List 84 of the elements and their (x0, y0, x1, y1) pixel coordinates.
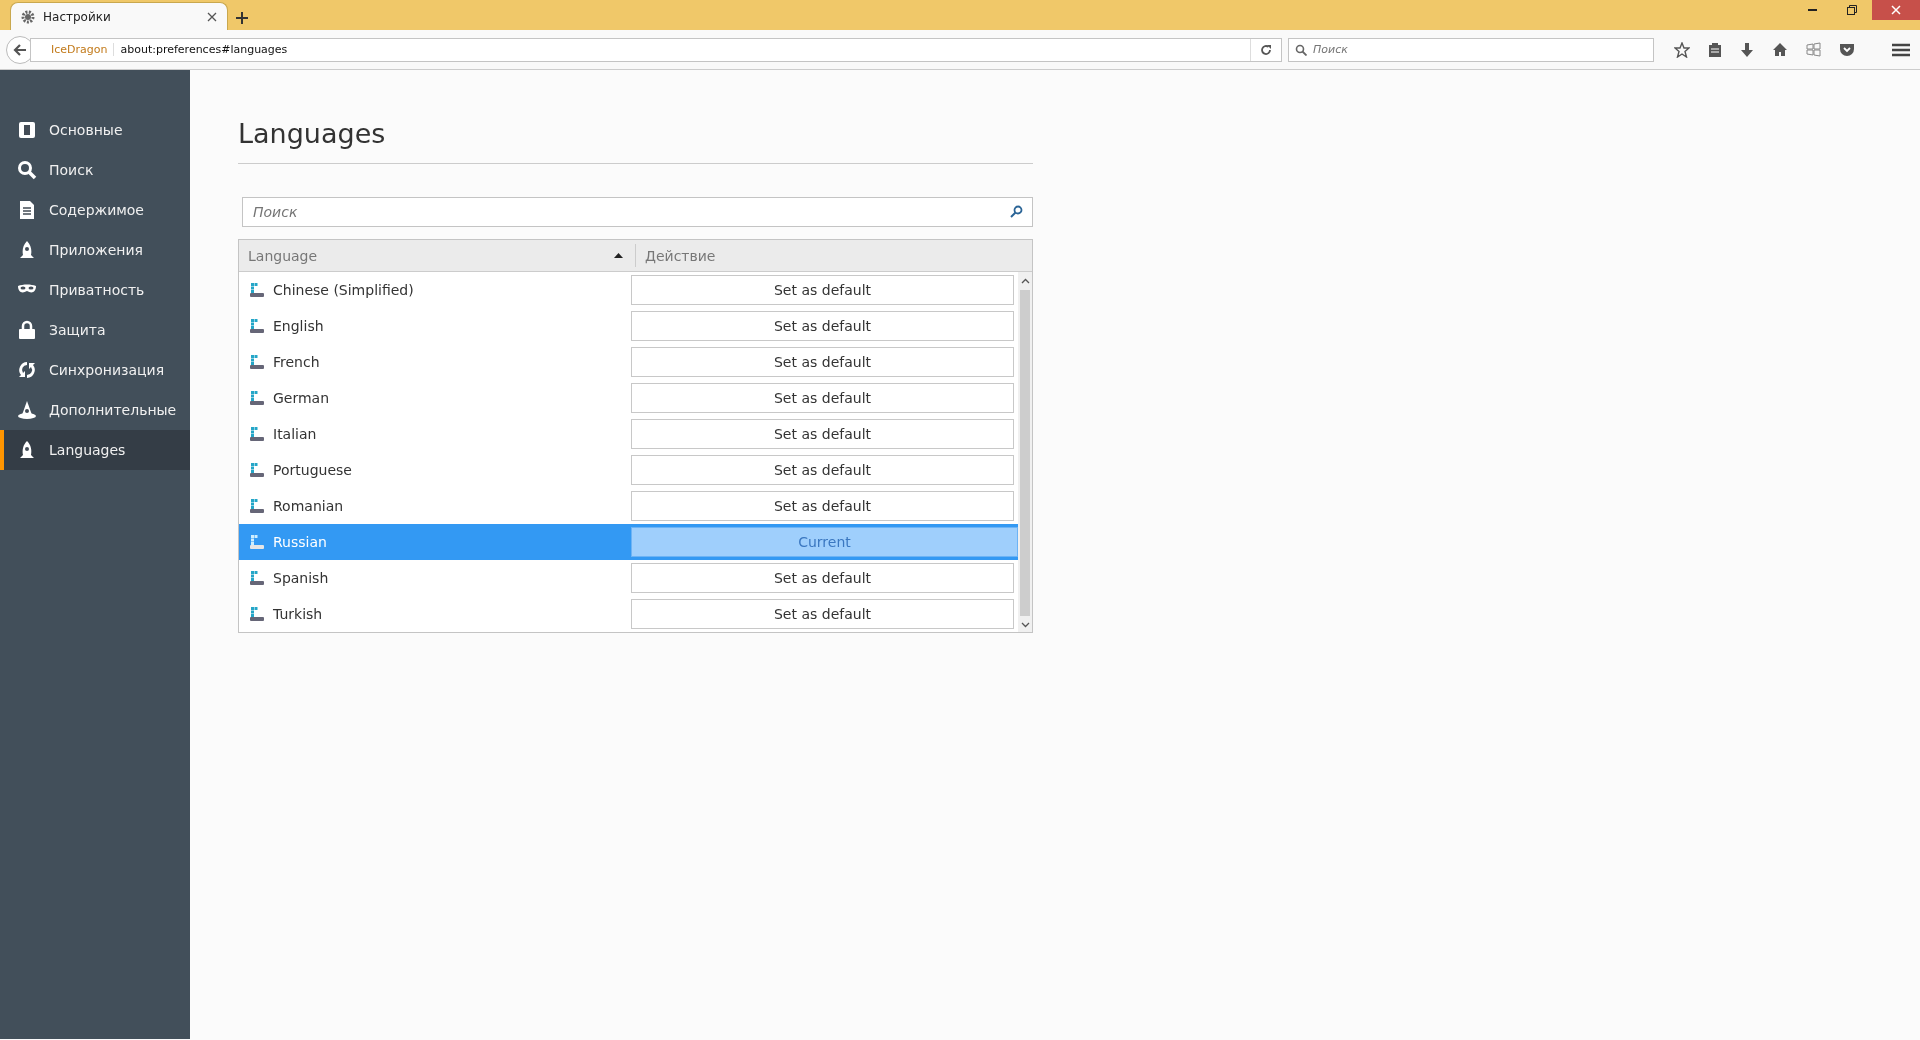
url-text: about:preferences#languages (120, 43, 289, 56)
sidebar-item[interactable]: Приватность (0, 270, 190, 310)
browser-brand: IceDragon (51, 43, 115, 56)
language-pack-icon (249, 426, 265, 442)
sidebar-item[interactable]: Дополнительные (0, 390, 190, 430)
sort-arrow-icon[interactable] (614, 253, 623, 258)
menu-icon[interactable] (1892, 42, 1910, 57)
new-tab-icon[interactable] (236, 12, 248, 24)
document-icon (17, 200, 37, 220)
language-name: Spanish (273, 570, 329, 586)
search-icon (1010, 205, 1023, 218)
sidebar-item[interactable]: Основные (0, 110, 190, 150)
table-row[interactable]: Turkish Set as default (239, 596, 1018, 632)
table-row[interactable]: Italian Set as default (239, 416, 1018, 452)
language-name: Romanian (273, 498, 344, 514)
table-row[interactable]: Portuguese Set as default (239, 452, 1018, 488)
language-name: German (273, 390, 330, 406)
action-button[interactable]: Set as default (631, 491, 1014, 521)
table-row[interactable]: English Set as default (239, 308, 1018, 344)
language-pack-icon (249, 318, 265, 334)
language-name: Portuguese (273, 462, 352, 478)
close-icon[interactable] (207, 11, 217, 22)
action-button[interactable]: Set as default (631, 599, 1014, 629)
language-name: Turkish (273, 606, 323, 622)
pocket-icon[interactable] (1839, 42, 1855, 57)
language-pack-icon (249, 282, 265, 298)
language-pack-icon (249, 498, 265, 514)
gear-icon (21, 9, 35, 24)
language-pack-icon (249, 606, 265, 622)
language-name: French (273, 354, 320, 370)
download-icon[interactable] (1740, 41, 1754, 58)
window-panes-icon[interactable] (1806, 42, 1821, 57)
language-pack-icon (249, 462, 265, 478)
sidebar-item[interactable]: Поиск (0, 150, 190, 190)
scroll-up-icon[interactable] (1020, 278, 1030, 284)
table-row[interactable]: Romanian Set as default (239, 488, 1018, 524)
panel-icon (17, 120, 37, 140)
sidebar-item[interactable]: Содержимое (0, 190, 190, 230)
star-icon[interactable] (1674, 41, 1690, 58)
search-field[interactable]: Поиск (242, 197, 1033, 227)
tab-title: Настройки (43, 9, 112, 24)
table-row[interactable]: Chinese (Simplified) Set as default (239, 272, 1018, 308)
language-name: Chinese (Simplified) (273, 282, 414, 298)
language-pack-icon (249, 354, 265, 370)
close-icon (1891, 5, 1901, 15)
wizard-hat-icon (17, 400, 37, 420)
action-button[interactable]: Set as default (631, 455, 1014, 485)
action-button[interactable]: Set as default (631, 563, 1014, 593)
clipboard-icon[interactable] (1708, 41, 1722, 58)
padlock-icon (17, 320, 37, 340)
action-button[interactable]: Set as default (631, 419, 1014, 449)
action-button[interactable]: Set as default (631, 347, 1014, 377)
sync-icon (17, 360, 37, 380)
table-row[interactable]: German Set as default (239, 380, 1018, 416)
restore-icon[interactable] (1847, 5, 1857, 15)
table-row[interactable]: French Set as default (239, 344, 1018, 380)
back-arrow-icon (13, 43, 27, 56)
sidebar-item[interactable]: Приложения (0, 230, 190, 270)
sidebar-item[interactable]: Синхронизация (0, 350, 190, 390)
reload-icon[interactable] (1260, 43, 1272, 56)
browser-tab[interactable]: Настройки (10, 2, 228, 30)
language-pack-icon (249, 534, 265, 550)
action-button[interactable]: Set as default (631, 275, 1014, 305)
language-pack-icon (249, 570, 265, 586)
sidebar-item[interactable]: Защита (0, 310, 190, 350)
column-header[interactable]: Language (248, 247, 606, 264)
address-bar[interactable]: IceDragon about:preferences#languages (30, 37, 1282, 62)
minimize-icon[interactable] (1807, 9, 1817, 11)
search-icon (1295, 43, 1307, 56)
column-header[interactable]: Действие (645, 247, 1032, 264)
language-pack-icon (249, 390, 265, 406)
action-button[interactable]: Set as default (631, 383, 1014, 413)
action-button[interactable]: Set as default (631, 311, 1014, 341)
scroll-down-icon[interactable] (1020, 622, 1030, 628)
sidebar-item[interactable]: Languages (0, 430, 190, 470)
table-row[interactable]: Spanish Set as default (239, 560, 1018, 596)
search-field[interactable]: Поиск (1288, 37, 1654, 62)
scrollbar-thumb[interactable] (1020, 290, 1030, 616)
home-icon[interactable] (1772, 42, 1788, 57)
page-title: Languages (238, 118, 1033, 164)
search-icon (17, 160, 37, 180)
language-name: English (273, 318, 324, 334)
language-name: Russian (273, 534, 327, 550)
language-name: Italian (273, 426, 317, 442)
